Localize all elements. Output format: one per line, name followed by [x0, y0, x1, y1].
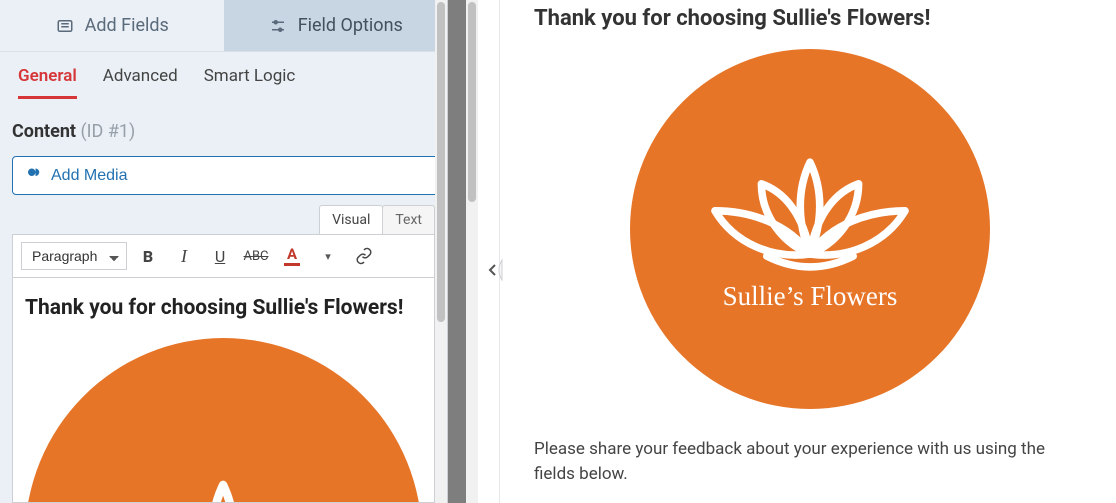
tab-field-options[interactable]: Field Options	[224, 0, 448, 51]
editor-tab-visual[interactable]: Visual	[319, 205, 383, 234]
add-media-label: Add Media	[51, 167, 128, 185]
chevron-left-icon	[490, 265, 495, 275]
subtab-advanced[interactable]: Advanced	[103, 66, 178, 99]
tab-add-fields[interactable]: Add Fields	[0, 0, 224, 51]
form-builder-sidebar: Add Fields Field Options General Advance…	[0, 0, 448, 503]
field-options-icon	[268, 16, 288, 36]
editor-heading: Thank you for choosing Sullie's Flowers!	[25, 294, 422, 322]
sidebar-scrollbar[interactable]	[435, 0, 447, 503]
divider-bar[interactable]	[448, 0, 466, 503]
panel-divider	[448, 0, 500, 503]
underline-button[interactable]: U	[205, 241, 235, 271]
media-icon	[25, 164, 43, 187]
editor-tab-text[interactable]: Text	[382, 205, 435, 234]
logo-circle: Sullie’s Flowers	[630, 49, 990, 409]
logo-text: Sullie’s Flowers	[723, 281, 898, 312]
format-select[interactable]: Paragraph	[21, 242, 127, 270]
strike-button[interactable]: ABC	[241, 241, 271, 271]
link-button[interactable]	[349, 241, 379, 271]
italic-button[interactable]: I	[169, 241, 199, 271]
field-id: (ID #1)	[81, 121, 136, 142]
preview-heading: Thank you for choosing Sullie's Flowers!	[534, 6, 1086, 31]
logo-circle	[25, 338, 422, 503]
preview-logo: Sullie’s Flowers	[534, 49, 1086, 409]
lotus-icon	[104, 467, 342, 503]
editor-mode-tabs: Visual Text	[12, 205, 435, 234]
form-preview: Thank you for choosing Sullie's Flowers!…	[500, 0, 1116, 503]
editor-toolbar: Paragraph B I U ABC A ▾	[12, 234, 435, 278]
add-media-button[interactable]: Add Media	[12, 156, 447, 195]
subtab-general[interactable]: General	[18, 66, 77, 99]
text-color-button[interactable]: A	[277, 241, 307, 271]
preview-body-text: Please share your feedback about your ex…	[534, 437, 1086, 486]
subtab-smart-logic[interactable]: Smart Logic	[204, 66, 296, 99]
editor-logo	[25, 338, 422, 503]
tab-add-fields-label: Add Fields	[85, 15, 169, 36]
add-fields-icon	[55, 16, 75, 36]
field-option-subtabs: General Advanced Smart Logic	[0, 52, 447, 99]
text-color-dropdown[interactable]: ▾	[313, 241, 343, 271]
collapse-panel-button[interactable]	[478, 256, 506, 284]
text-color-icon: A	[284, 247, 300, 266]
preview-scrollbar[interactable]	[466, 0, 478, 503]
content-editor[interactable]: Thank you for choosing Sullie's Flowers!	[12, 278, 435, 503]
panel-tabs: Add Fields Field Options	[0, 0, 447, 52]
bold-button[interactable]: B	[133, 241, 163, 271]
field-label-row: Content (ID #1)	[0, 99, 447, 156]
lotus-icon	[702, 146, 918, 276]
link-icon	[355, 247, 373, 265]
field-label: Content	[12, 121, 76, 142]
tab-field-options-label: Field Options	[298, 15, 403, 36]
